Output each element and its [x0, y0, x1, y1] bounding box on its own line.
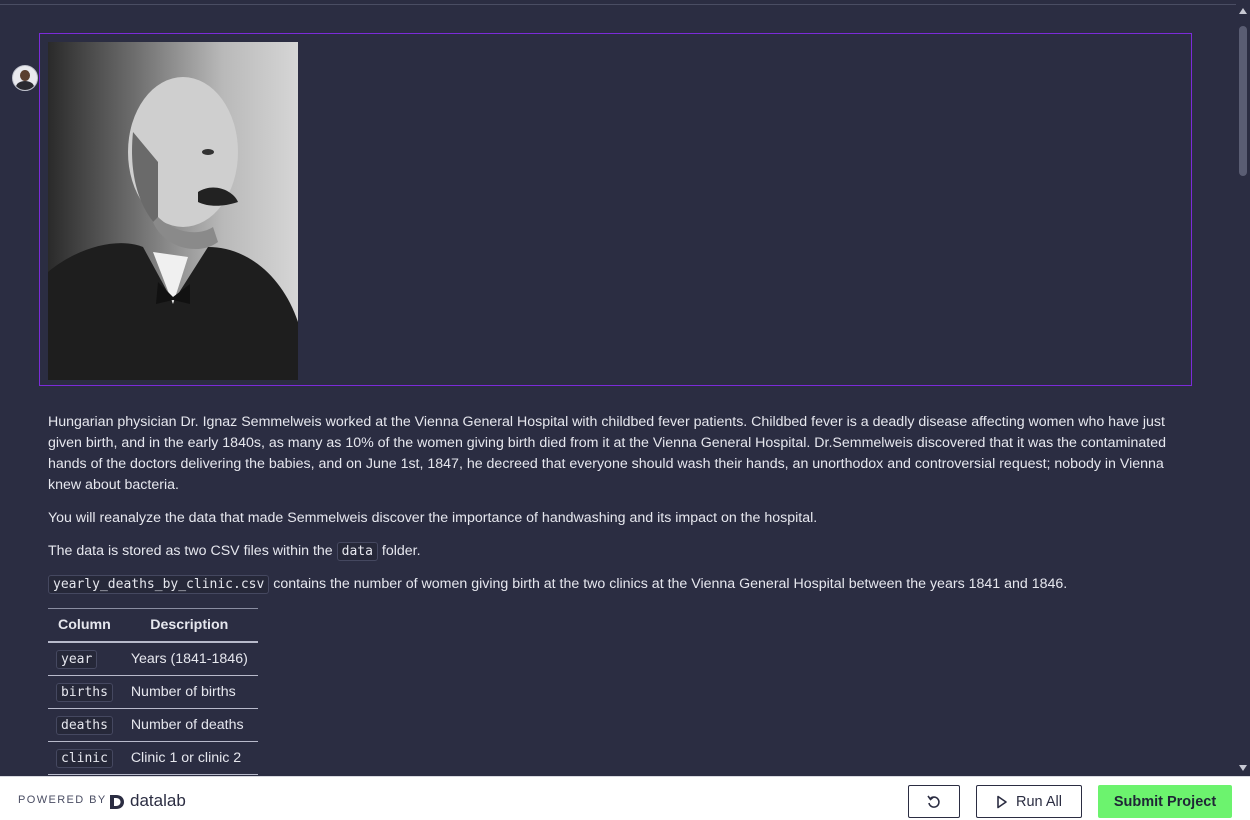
table-header-column: Column [48, 608, 121, 643]
reset-icon [927, 795, 940, 808]
play-icon [997, 795, 1007, 808]
table-row: clinic Clinic 1 or clinic 2 [48, 741, 258, 775]
semmelweis-portrait-image [48, 42, 298, 380]
submit-project-button[interactable]: Submit Project [1098, 785, 1232, 818]
markdown-cell: Hungarian physician Dr. Ignaz Semmelweis… [48, 412, 1193, 607]
data-location-text: The data is stored as two CSV files with… [48, 543, 333, 559]
data-location-text-end: folder. [381, 543, 421, 559]
scroll-up-arrow-icon[interactable] [1239, 8, 1247, 14]
reset-button[interactable] [908, 785, 960, 818]
intro-paragraph: Hungarian physician Dr. Ignaz Semmelweis… [48, 414, 1166, 493]
column-name-code: deaths [56, 716, 113, 735]
powered-by-label: POWERED BY [18, 794, 107, 806]
csv-description-paragraph: yearly_deaths_by_clinic.csv contains the… [48, 574, 1193, 595]
datalab-logo-icon [110, 795, 124, 809]
datalab-brand[interactable]: datalab [130, 791, 186, 811]
table-row: deaths Number of deaths [48, 708, 258, 742]
columns-table: Column Description year Years (1841-1846… [48, 608, 258, 775]
column-name-code: births [56, 683, 113, 702]
run-all-label: Run All [1016, 793, 1062, 810]
csv-filename-code: yearly_deaths_by_clinic.csv [48, 575, 270, 594]
column-description: Number of deaths [120, 708, 258, 742]
submit-project-label: Submit Project [1113, 793, 1217, 810]
column-name-code: clinic [56, 749, 113, 768]
column-description: Number of births [120, 675, 258, 709]
data-location-paragraph: The data is stored as two CSV files with… [48, 541, 1193, 562]
column-description: Years (1841-1846) [120, 642, 258, 676]
table-row: births Number of births [48, 675, 258, 709]
top-divider [0, 4, 1236, 5]
run-all-button[interactable]: Run All [976, 785, 1082, 818]
csv-description-text: contains the number of women giving birt… [273, 576, 1068, 592]
column-name-code: year [56, 650, 98, 669]
footer-bar: POWERED BY datalab Run All Submit Projec… [0, 776, 1250, 820]
table-row: year Years (1841-1846) [48, 642, 258, 676]
reanalyze-paragraph: You will reanalyze the data that made Se… [48, 510, 818, 526]
scroll-down-arrow-icon[interactable] [1239, 765, 1247, 771]
column-description: Clinic 1 or clinic 2 [120, 741, 258, 775]
scrollbar-thumb[interactable] [1239, 26, 1247, 176]
data-folder-code: data [336, 542, 378, 561]
vertical-scrollbar[interactable] [1236, 0, 1250, 776]
table-header-description: Description [120, 608, 258, 643]
user-avatar[interactable] [12, 65, 38, 91]
